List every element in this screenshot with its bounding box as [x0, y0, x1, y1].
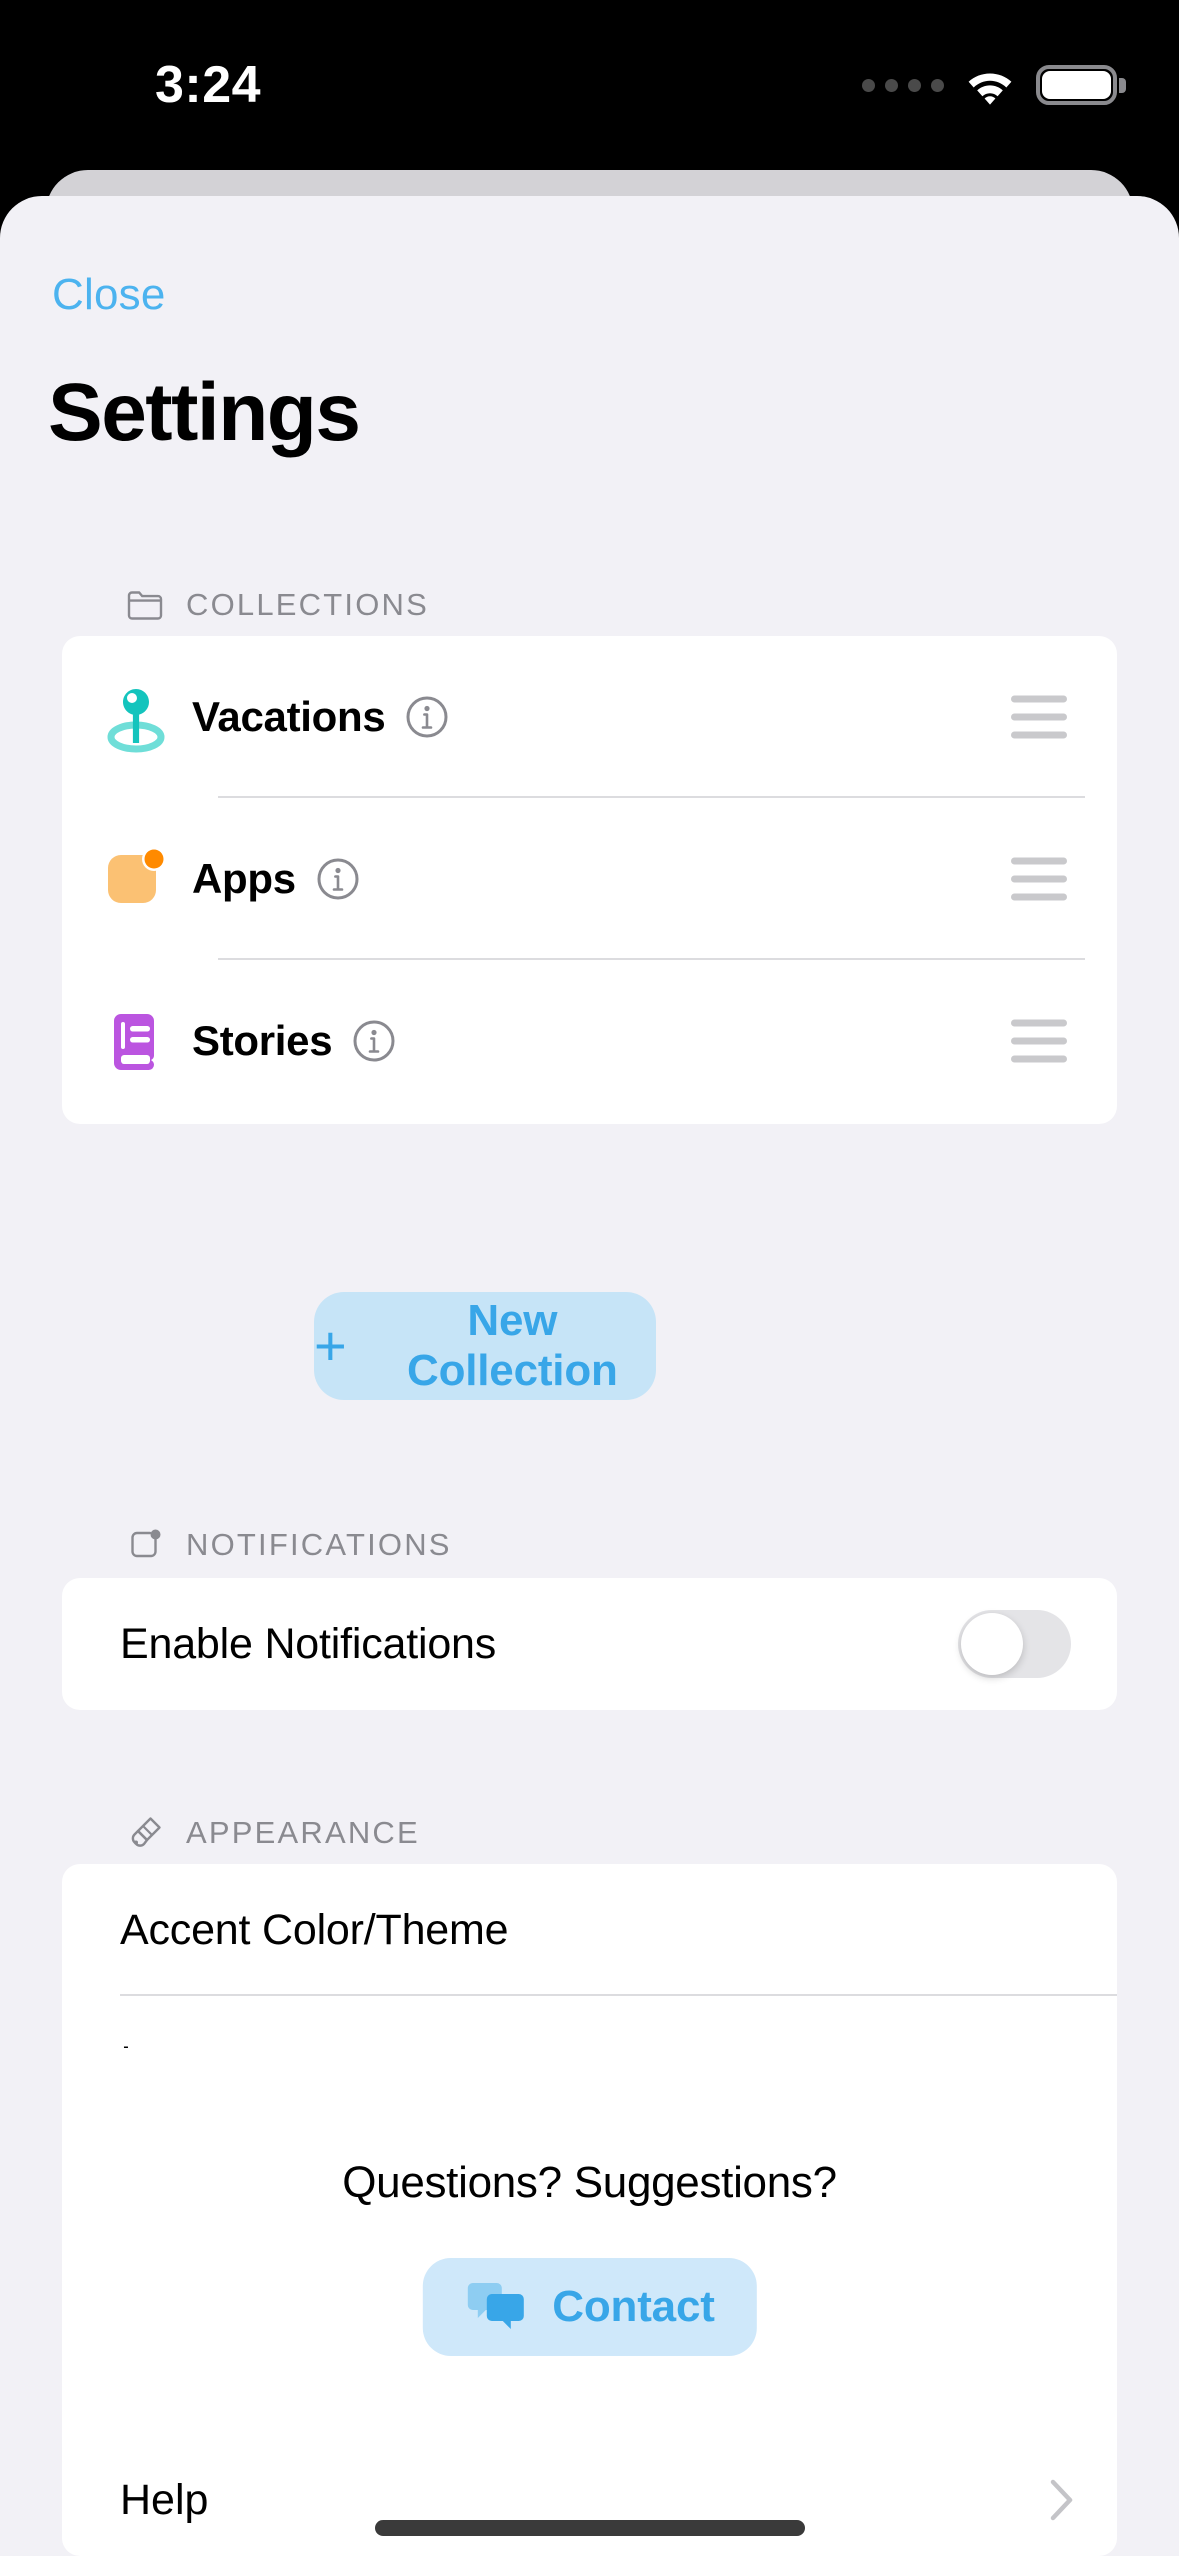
- notification-badge-icon: [131, 1529, 161, 1558]
- app-badge-icon: [94, 837, 178, 921]
- enable-notifications-label: Enable Notifications: [120, 1619, 497, 1668]
- info-circle-icon[interactable]: [352, 1019, 396, 1063]
- notifications-card: Enable Notifications: [62, 1578, 1117, 1710]
- new-collection-label: New Collection: [407, 1296, 618, 1395]
- info-circle-icon[interactable]: [405, 695, 449, 739]
- status-bar-time: 3:24: [155, 56, 262, 114]
- paintbrush-icon: [131, 1817, 161, 1847]
- drag-handle-icon[interactable]: [1011, 1019, 1067, 1063]
- contact-button[interactable]: Contact: [422, 2258, 757, 2356]
- info-circle-icon[interactable]: [316, 857, 360, 901]
- enable-notifications-toggle[interactable]: [958, 1610, 1071, 1678]
- cellular-dots-icon: [862, 78, 944, 92]
- map-pin-icon: [94, 675, 178, 759]
- page-title: Settings: [48, 367, 361, 458]
- help-label: Help: [120, 2475, 209, 2524]
- home-indicator: [374, 2520, 805, 2536]
- wifi-icon: [968, 73, 1012, 105]
- accent-color-theme-label: Accent Color/Theme: [120, 1905, 509, 1954]
- close-button[interactable]: Close: [52, 270, 166, 320]
- book-icon: [94, 999, 178, 1083]
- chat-bubbles-icon: [467, 2283, 524, 2329]
- appearance-section-header: APPEARANCE: [126, 1814, 420, 1852]
- chevron-right-icon: [1050, 2479, 1073, 2521]
- battery-full-icon: [1036, 65, 1126, 105]
- collections-card: Vacations Apps Stories: [62, 636, 1117, 1124]
- collection-row-vacations[interactable]: Vacations: [62, 636, 1117, 798]
- collection-name: Vacations: [192, 693, 386, 740]
- new-collection-button[interactable]: + New Collection: [314, 1292, 656, 1400]
- notifications-section-label: NOTIFICATIONS: [186, 1527, 452, 1562]
- appearance-section-label: APPEARANCE: [186, 1815, 420, 1850]
- drag-handle-icon[interactable]: [1011, 695, 1067, 739]
- settings-sheet: Close Settings COLLECTIONS Vacations App…: [0, 196, 1179, 2556]
- contact-label: Contact: [552, 2282, 715, 2331]
- plus-icon: +: [314, 1314, 347, 1377]
- notifications-section-header: NOTIFICATIONS: [126, 1526, 452, 1564]
- accent-color-theme-row[interactable]: Accent Color/Theme: [62, 1864, 1117, 1996]
- enable-notifications-row[interactable]: Enable Notifications: [62, 1578, 1117, 1710]
- help-row[interactable]: Help: [62, 2444, 1117, 2556]
- collections-section-label: COLLECTIONS: [186, 587, 429, 622]
- status-bar-indicators: [862, 60, 1126, 110]
- collection-row-apps[interactable]: Apps: [62, 798, 1117, 960]
- folder-icon: [127, 591, 163, 620]
- drag-handle-icon[interactable]: [1011, 857, 1067, 901]
- collection-name: Apps: [192, 855, 296, 902]
- support-card: Questions? Suggestions? Contact Help: [62, 2048, 1117, 2556]
- collection-name: Stories: [192, 1017, 333, 1064]
- collections-section-header: COLLECTIONS: [126, 586, 429, 624]
- questions-suggestions-text: Questions? Suggestions?: [342, 2158, 837, 2207]
- status-bar: 3:24: [0, 0, 1179, 170]
- collection-row-stories[interactable]: Stories: [62, 960, 1117, 1122]
